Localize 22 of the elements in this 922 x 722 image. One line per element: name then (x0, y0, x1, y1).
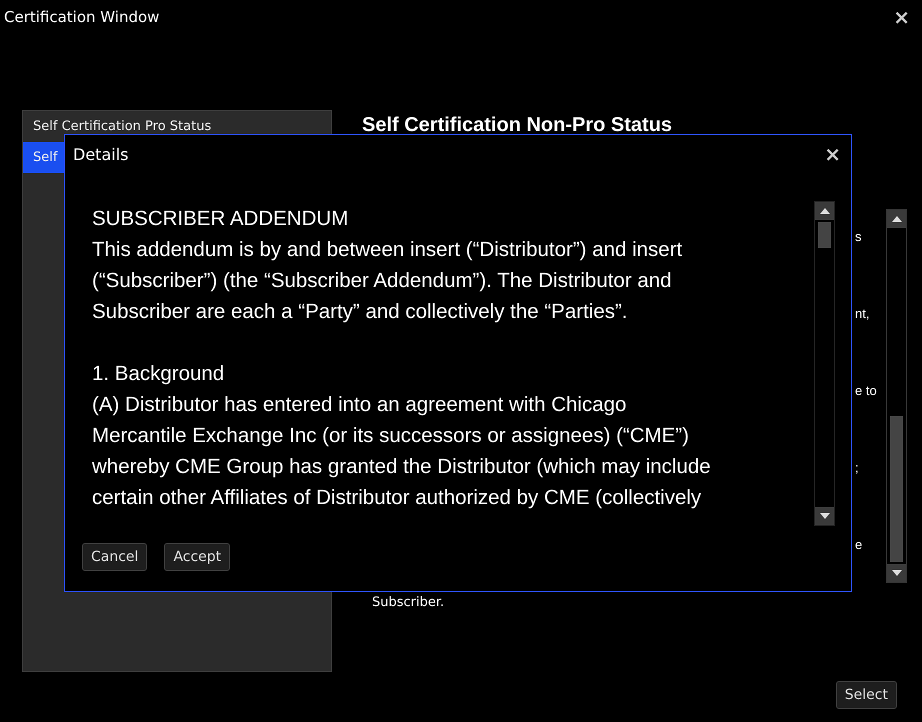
scrollbar[interactable] (814, 201, 835, 526)
select-button[interactable]: Select (836, 681, 897, 709)
text-fragment: nt, (855, 306, 870, 321)
section-heading: Self Certification Non-Pro Status (362, 114, 674, 137)
scroll-thumb[interactable] (890, 416, 903, 562)
cancel-button[interactable]: Cancel (82, 543, 148, 571)
close-button[interactable]: × (889, 7, 914, 27)
text-fragment: e (855, 537, 862, 552)
scroll-thumb[interactable] (818, 222, 831, 248)
text-fragment: ; (855, 460, 859, 475)
text-fragment: s (855, 229, 862, 244)
window-title: Certification Window (4, 8, 160, 26)
paragraph: (A) Distributor has entered into an agreement with Chicago Mercantile Exchange Inc (or its successors or assignees) (“CME”) whereby CME Group has granted the Distributor (which may include certain other Affiliates of Distributor authorized by CME (collectively (92, 392, 712, 511)
close-button[interactable]: × (820, 144, 845, 164)
body-text: Subscriber. (371, 595, 444, 610)
scrollbar[interactable] (886, 209, 907, 583)
paragraph: This addendum is by and between insert (“Distributor”) and insert (“Subscriber”) (the “Subscriber Addendum”). The Distributor and Subscriber are each a “Party” and collectively the “Parties”. (92, 237, 684, 325)
accept-button[interactable]: Accept (164, 543, 230, 571)
section-heading: 1. Background (92, 361, 226, 387)
dialog-title: Details (73, 144, 128, 164)
section-heading: SUBSCRIBER ADDENDUM (92, 206, 350, 232)
text-fragment: e to (855, 383, 877, 398)
